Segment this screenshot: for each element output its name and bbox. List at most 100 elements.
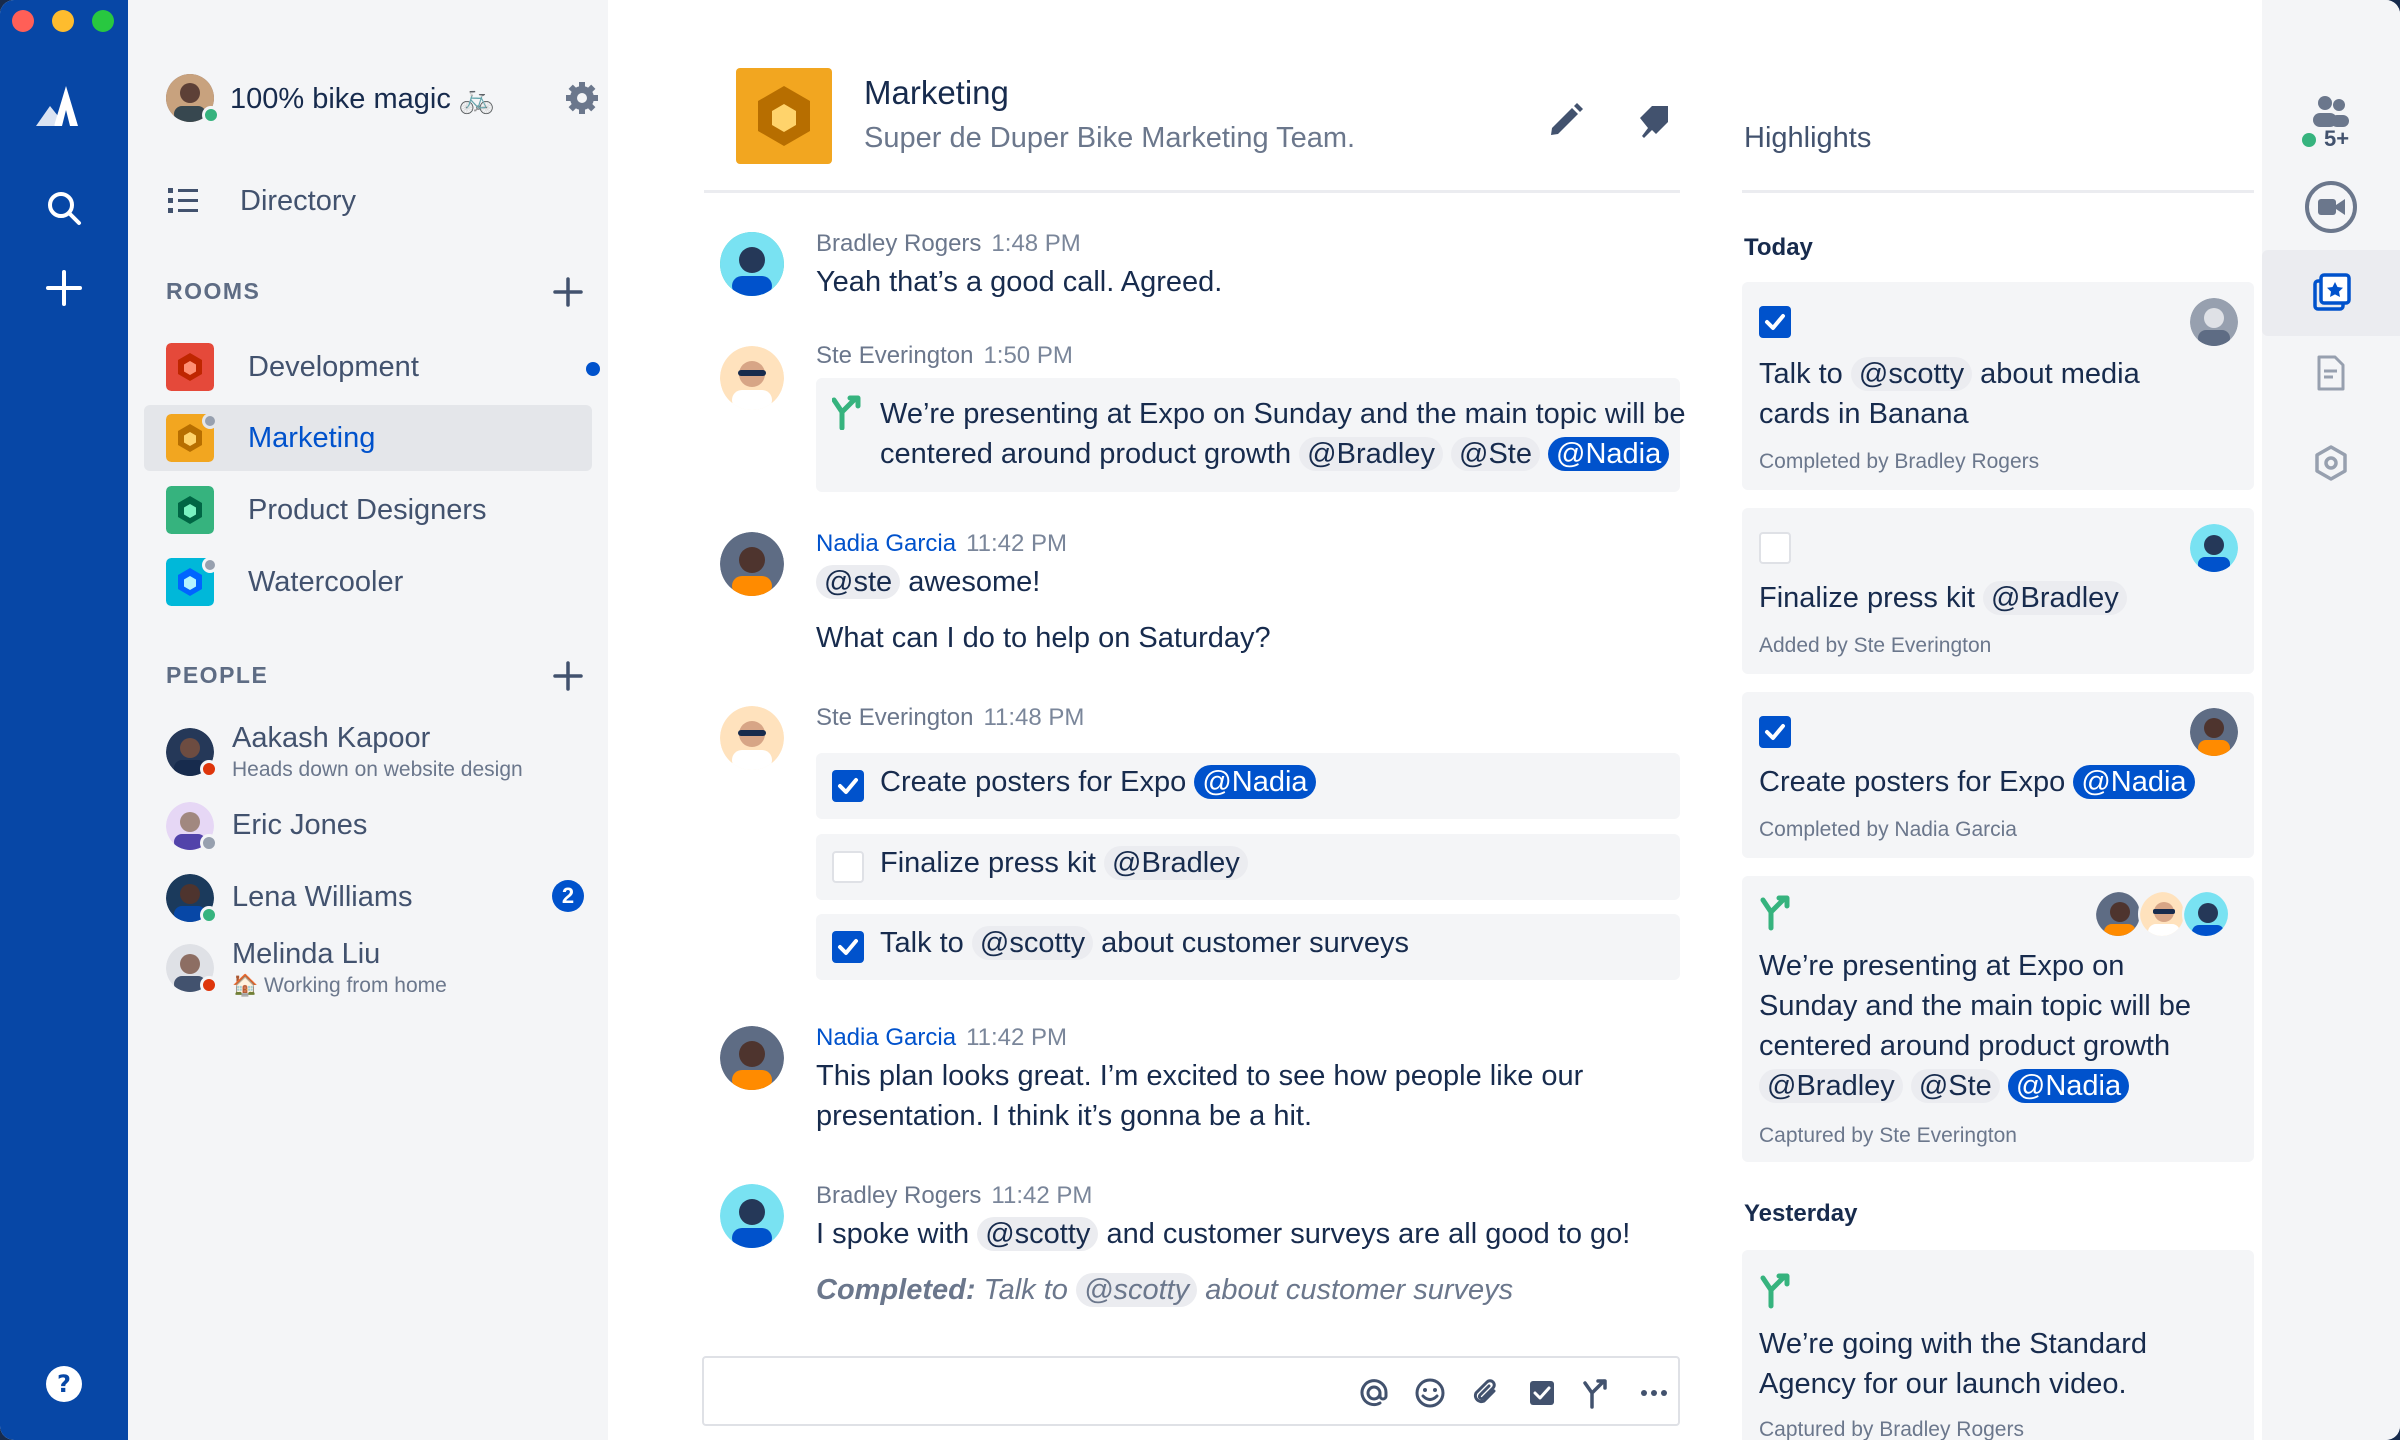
edit-room-button[interactable] <box>1546 98 1586 138</box>
highlight-footer: Completed by Bradley Rogers <box>1759 450 2040 473</box>
room-item-marketing[interactable]: Marketing <box>144 405 592 471</box>
emoji-icon[interactable] <box>1412 1375 1448 1411</box>
message-time: 1:50 PM <box>983 342 1073 369</box>
mention-scotty[interactable]: @scotty <box>971 926 1094 960</box>
message-meta: Ste Everington 11:48 PM <box>816 704 1084 732</box>
person-item-lena-williams[interactable]: Lena Williams 2 <box>166 872 606 944</box>
mention-bradley[interactable]: @Bradley <box>1983 581 2127 615</box>
room-item-development[interactable]: Development <box>144 334 600 400</box>
integrations-button[interactable] <box>2262 420 2400 506</box>
yesterday-label: Yesterday <box>1744 1200 1858 1227</box>
mention-ste[interactable]: @ste <box>816 565 901 599</box>
gear-icon[interactable] <box>564 80 600 116</box>
person-item-melinda-liu[interactable]: Melinda Liu 🏠 Working from home <box>166 936 606 1008</box>
message-author[interactable]: Ste Everington <box>816 342 973 369</box>
add-person-button[interactable] <box>548 656 588 696</box>
highlight-text: cards in Banana <box>1759 398 1969 430</box>
mention-nadia[interactable]: @Nadia <box>2073 765 2195 799</box>
message-text: What can I do to help on Saturday? <box>816 622 1271 654</box>
mention-bradley[interactable]: @Bradley <box>1104 846 1248 880</box>
person-status: 🏠 Working from home <box>232 974 447 997</box>
help-button[interactable]: ? <box>32 1352 96 1416</box>
task-checkbox[interactable] <box>832 770 864 802</box>
more-icon[interactable] <box>1636 1375 1672 1411</box>
message-author[interactable]: Ste Everington <box>816 704 973 731</box>
highlights-button[interactable] <box>2262 250 2400 336</box>
highlight-card[interactable]: Create posters for Expo @Nadia Completed… <box>1742 692 2254 858</box>
message-author[interactable]: Bradley Rogers <box>816 230 981 257</box>
mention-icon[interactable] <box>1356 1375 1392 1411</box>
completed-task-reference: Completed: Talk to @scotty about custome… <box>816 1273 1514 1307</box>
presence-away-dot <box>200 834 218 852</box>
mention-scotty[interactable]: @scotty <box>1076 1273 1198 1307</box>
person-item-aakash-kapoor[interactable]: Aakash Kapoor Heads down on website desi… <box>166 720 606 792</box>
online-indicator <box>2302 133 2316 147</box>
close-window-button[interactable] <box>12 10 34 32</box>
task-icon[interactable] <box>1524 1375 1560 1411</box>
highlight-footer: Completed by Nadia Garcia <box>1759 818 2017 841</box>
presence-online-dot <box>200 906 218 924</box>
add-room-button[interactable] <box>548 272 588 312</box>
check-icon <box>1765 314 1785 330</box>
task-label: Create posters for Expo @Nadia <box>880 765 1316 799</box>
mention-scotty[interactable]: @scotty <box>977 1217 1099 1251</box>
atlassian-logo[interactable] <box>32 72 96 136</box>
room-label: Marketing <box>248 421 376 454</box>
task-checkbox[interactable] <box>832 931 864 963</box>
mention-bradley[interactable]: @Bradley <box>1759 1069 1903 1103</box>
highlights-panel: Highlights Today Talk to @scotty about m… <box>1710 0 2262 1440</box>
chat-panel: Marketing Super de Duper Bike Marketing … <box>608 0 1710 1440</box>
create-button[interactable] <box>32 256 96 320</box>
decision-icon[interactable] <box>1580 1375 1616 1411</box>
room-item-product-designers[interactable]: Product Designers <box>144 477 592 543</box>
minimize-window-button[interactable] <box>52 10 74 32</box>
message-author[interactable]: Nadia Garcia <box>816 1024 956 1051</box>
mention-ste[interactable]: @Ste <box>1451 437 1540 471</box>
avatar <box>2190 298 2238 346</box>
files-button[interactable] <box>2262 330 2400 416</box>
message-author[interactable]: Nadia Garcia <box>816 530 956 557</box>
private-room-indicator <box>202 557 218 573</box>
mention-nadia[interactable]: @Nadia <box>2007 1069 2130 1103</box>
room-label: Product Designers <box>248 493 487 526</box>
presence-busy-dot <box>200 760 218 778</box>
video-call-icon <box>2305 181 2357 233</box>
room-item-watercooler[interactable]: Watercooler <box>144 549 592 615</box>
message-text: Yeah that’s a good call. Agreed. <box>816 266 1223 298</box>
task-item[interactable]: Create posters for Expo @Nadia <box>816 753 1680 819</box>
message-composer[interactable] <box>702 1356 1680 1426</box>
message-text: presentation. I think it’s gonna be a hi… <box>816 1100 1313 1132</box>
decision-item[interactable]: We’re presenting at Expo on Sunday and t… <box>816 378 1686 492</box>
person-name: Lena Williams <box>232 881 413 913</box>
attachment-icon[interactable] <box>1468 1375 1504 1411</box>
message-author[interactable]: Bradley Rogers <box>816 1182 981 1209</box>
task-item[interactable]: Talk to @scotty about customer surveys <box>816 914 1680 980</box>
mention-nadia[interactable]: @Nadia <box>1194 765 1316 799</box>
pin-room-button[interactable] <box>1632 98 1672 138</box>
highlight-footer: Captured by Ste Everington <box>1759 1124 2017 1147</box>
person-item-eric-jones[interactable]: Eric Jones <box>166 800 606 872</box>
avatar <box>720 232 784 296</box>
task-item[interactable]: Finalize press kit @Bradley <box>816 834 1680 900</box>
mention-scotty[interactable]: @scotty <box>1850 357 1973 391</box>
task-checkbox[interactable] <box>1759 306 1791 338</box>
mention-bradley[interactable]: @Bradley <box>1299 437 1443 471</box>
video-call-button[interactable] <box>2262 164 2400 250</box>
highlight-card[interactable]: Finalize press kit @Bradley Added by Ste… <box>1742 508 2254 674</box>
maximize-window-button[interactable] <box>92 10 114 32</box>
task-checkbox[interactable] <box>832 851 864 883</box>
task-checkbox[interactable] <box>1759 716 1791 748</box>
task-label: Talk to @scotty about customer surveys <box>880 926 1409 960</box>
task-checkbox[interactable] <box>1759 532 1791 564</box>
mention-nadia[interactable]: @Nadia <box>1548 437 1670 471</box>
avatar <box>720 1184 784 1248</box>
mention-ste[interactable]: @Ste <box>1910 1069 2000 1103</box>
highlight-card[interactable]: We’re presenting at Expo on Sunday and t… <box>1742 876 2254 1162</box>
highlight-text: We’re going with the Standard <box>1759 1328 2147 1360</box>
person-status: Heads down on website design <box>232 758 523 781</box>
search-button[interactable] <box>32 176 96 240</box>
message-time: 11:42 PM <box>991 1182 1093 1209</box>
highlight-card[interactable]: We’re going with the Standard Agency for… <box>1742 1250 2254 1440</box>
highlight-card[interactable]: Talk to @scotty about media cards in Ban… <box>1742 282 2254 490</box>
room-label: Watercooler <box>248 565 404 598</box>
